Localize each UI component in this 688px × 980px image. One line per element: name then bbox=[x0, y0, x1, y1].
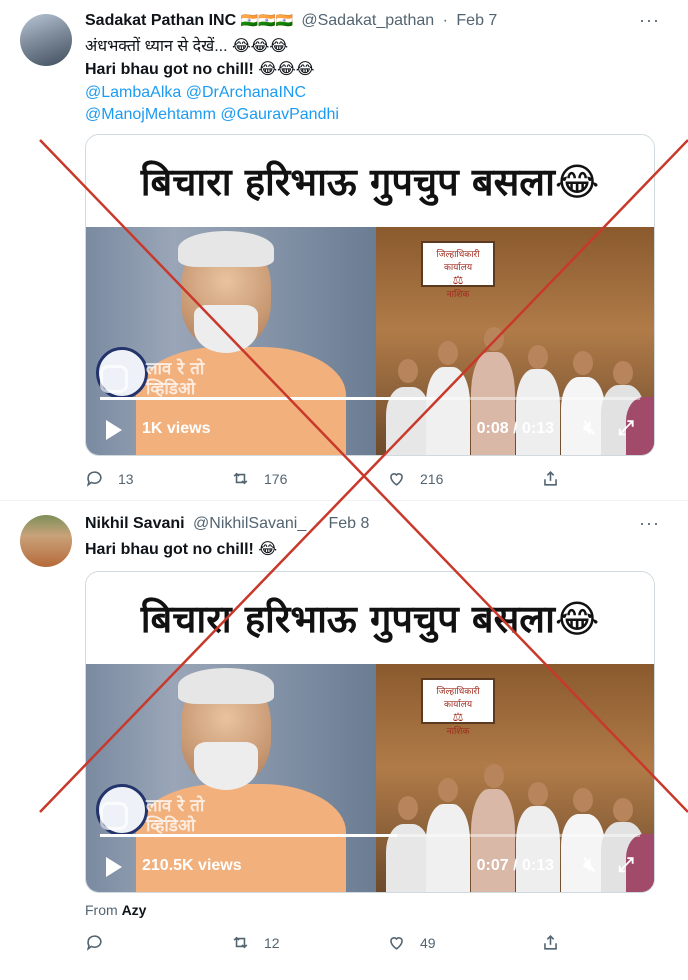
video-frame[interactable]: जिल्हाधिकारी कार्यालय ⚖ नाशिक लाव रे तो … bbox=[86, 664, 654, 892]
from-label: From bbox=[85, 902, 118, 918]
tweet-text-line: अंधभक्तों ध्यान से देखें... 😂😂😂 bbox=[85, 38, 289, 55]
reply-count: 13 bbox=[118, 470, 134, 487]
video-player[interactable]: बिचारा हरिभाऊ गुपचुप बसला😂 जिल्हाधिकारी … bbox=[85, 134, 655, 456]
retweet-button[interactable]: 12 bbox=[231, 933, 280, 952]
separator: · bbox=[442, 12, 448, 29]
tweet-date[interactable]: Feb 7 bbox=[456, 12, 497, 29]
video-frame[interactable]: जिल्हाधिकारी कार्यालय ⚖ नाशिक लाव रे तो … bbox=[86, 227, 654, 455]
tweet-1[interactable]: Sadakat Pathan INC 🇮🇳🇮🇳🇮🇳 @Sadakat_patha… bbox=[0, 0, 688, 500]
like-count: 216 bbox=[420, 470, 444, 487]
watermark-text: लाव रे तो व्हिडिओ bbox=[146, 359, 205, 399]
author-handle[interactable]: @Sadakat_pathan bbox=[301, 12, 434, 29]
retweet-button[interactable]: 176 bbox=[231, 469, 287, 488]
fullscreen-icon[interactable]: ⤢ bbox=[618, 854, 634, 877]
play-icon[interactable] bbox=[106, 420, 122, 440]
video-progress-bar[interactable] bbox=[100, 834, 640, 837]
office-sign: जिल्हाधिकारी कार्यालय ⚖ नाशिक bbox=[421, 678, 495, 737]
more-options-icon[interactable]: ··· bbox=[639, 10, 660, 31]
watermark-text: लाव रे तो व्हिडिओ bbox=[146, 796, 205, 836]
avatar[interactable] bbox=[20, 14, 72, 66]
tweet-header: Nikhil Savani @NikhilSavani_ · Feb 8 bbox=[85, 515, 369, 533]
heart-icon bbox=[390, 937, 403, 950]
reply-icon bbox=[86, 471, 102, 487]
heart-icon bbox=[390, 473, 403, 486]
retweet-icon bbox=[233, 936, 248, 949]
video-banner-text: बिचारा हरिभाऊ गुपचुप बसला😂 bbox=[86, 572, 654, 664]
from-source[interactable]: Azy bbox=[122, 902, 147, 918]
fullscreen-icon[interactable]: ⤢ bbox=[618, 417, 634, 440]
tweet-2[interactable]: Nikhil Savani @NikhilSavani_ · Feb 8 ···… bbox=[0, 501, 688, 980]
mute-icon[interactable]: 🔇︎ bbox=[583, 417, 596, 440]
like-button[interactable]: 49 bbox=[387, 933, 436, 952]
video-banner-text: बिचारा हरिभाऊ गुपचुप बसला😂 bbox=[86, 135, 654, 227]
flag-emoji: 🇮🇳🇮🇳🇮🇳 bbox=[240, 12, 293, 28]
video-controls: 1K views 0:08 / 0:13 🔇︎ ⤢ bbox=[86, 409, 654, 449]
mentions-line[interactable]: @LambaAlka @DrArchanaINC bbox=[85, 82, 306, 104]
reply-icon bbox=[86, 935, 102, 951]
mute-icon[interactable]: 🔇︎ bbox=[583, 854, 596, 877]
tweet-text-line: Hari bhau got no chill! 😂 bbox=[85, 541, 278, 558]
source-attribution: From Azy bbox=[85, 902, 146, 918]
video-progress-fill bbox=[100, 397, 435, 400]
video-progress-bar[interactable] bbox=[100, 397, 640, 400]
retweet-icon bbox=[233, 472, 248, 485]
watermark-icon bbox=[100, 365, 128, 393]
video-controls: 210.5K views 0:07 / 0:13 🔇︎ ⤢ bbox=[86, 846, 654, 886]
retweet-count: 176 bbox=[264, 470, 288, 487]
share-icon bbox=[544, 471, 557, 486]
office-sign: जिल्हाधिकारी कार्यालय ⚖ नाशिक bbox=[421, 241, 495, 300]
view-count: 1K views bbox=[142, 420, 211, 437]
share-button[interactable] bbox=[541, 933, 574, 952]
more-options-icon[interactable]: ··· bbox=[639, 513, 660, 534]
video-time: 0:08 / 0:13 bbox=[476, 420, 554, 437]
tweet-actions: 12 49 bbox=[85, 933, 565, 957]
avatar[interactable] bbox=[20, 515, 72, 567]
mentions-line[interactable]: @ManojMehtamm @GauravPandhi bbox=[85, 104, 339, 126]
author-handle[interactable]: @NikhilSavani_ bbox=[193, 515, 306, 532]
separator: · bbox=[314, 515, 321, 532]
retweet-count: 12 bbox=[264, 934, 280, 951]
video-progress-fill bbox=[100, 834, 397, 837]
tweet-actions: 13 176 216 bbox=[85, 469, 565, 493]
view-count: 210.5K views bbox=[142, 857, 242, 874]
share-icon bbox=[544, 935, 557, 950]
author-name[interactable]: Sadakat Pathan INC bbox=[85, 12, 236, 29]
play-icon[interactable] bbox=[106, 857, 122, 877]
share-button[interactable] bbox=[541, 469, 574, 488]
reply-button[interactable] bbox=[85, 933, 118, 952]
video-time: 0:07 / 0:13 bbox=[476, 857, 554, 874]
tweet-text-line: Hari bhau got no chill! 😂😂😂 bbox=[85, 61, 315, 78]
video-player[interactable]: बिचारा हरिभाऊ गुपचुप बसला😂 जिल्हाधिकारी … bbox=[85, 571, 655, 893]
reply-button[interactable]: 13 bbox=[85, 469, 134, 488]
tweet-header: Sadakat Pathan INC 🇮🇳🇮🇳🇮🇳 @Sadakat_patha… bbox=[85, 12, 497, 30]
like-count: 49 bbox=[420, 934, 436, 951]
like-button[interactable]: 216 bbox=[387, 469, 443, 488]
author-name[interactable]: Nikhil Savani bbox=[85, 515, 185, 532]
tweet-date[interactable]: Feb 8 bbox=[328, 515, 369, 532]
watermark-icon bbox=[100, 802, 128, 830]
